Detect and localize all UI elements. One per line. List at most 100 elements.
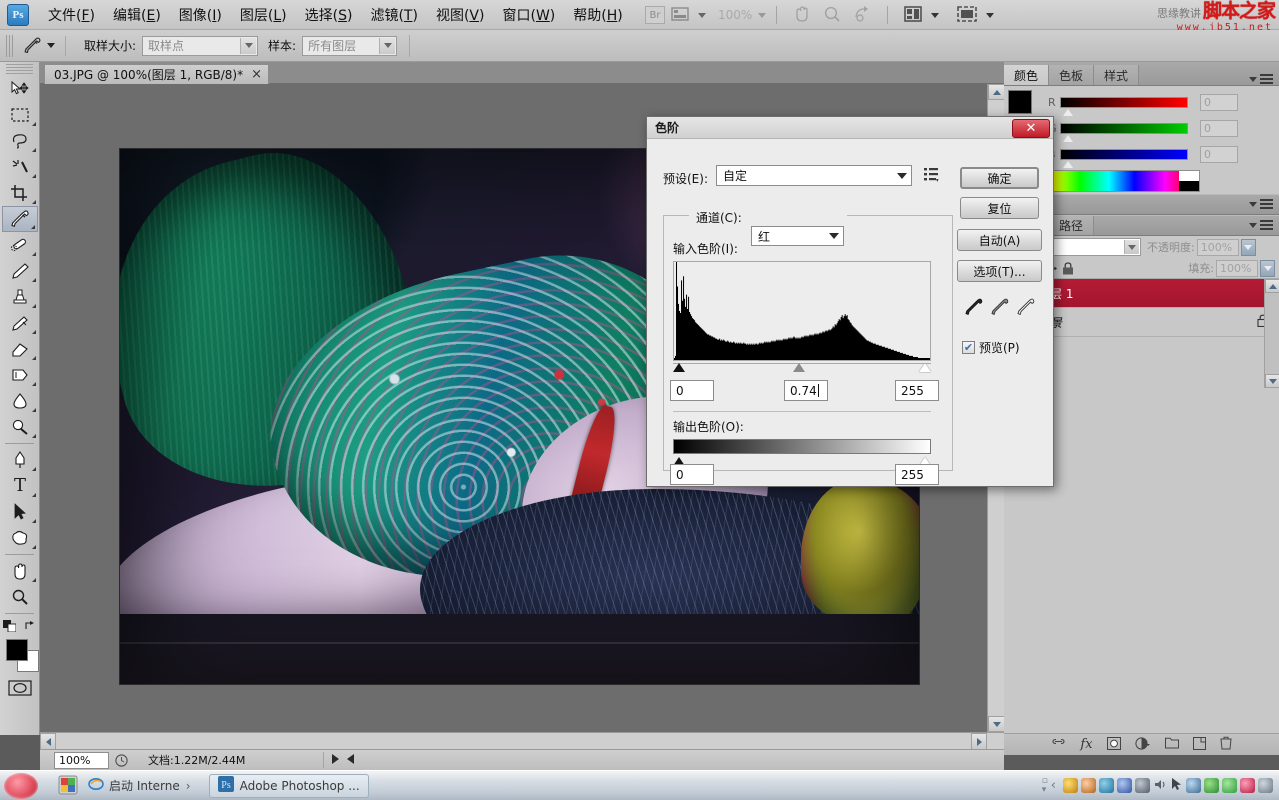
tray-icon-6[interactable] <box>1186 778 1201 793</box>
chevron-down-icon[interactable] <box>829 233 839 239</box>
color-value-r[interactable]: 0 <box>1200 94 1238 111</box>
eyedropper-icon[interactable] <box>19 35 45 57</box>
screen-mode-chevron-icon[interactable] <box>698 13 706 18</box>
auto-button[interactable]: 自动(A) <box>957 229 1042 251</box>
link-layers-icon[interactable] <box>1051 738 1066 752</box>
layers-scroll-down-button[interactable] <box>1265 374 1279 388</box>
color-value-b[interactable]: 0 <box>1200 146 1238 163</box>
crop-tool[interactable] <box>2 180 38 206</box>
layers-scrollbar[interactable] <box>1264 279 1279 388</box>
chevron-down-icon[interactable] <box>897 173 907 179</box>
quick-mask-icon[interactable] <box>2 677 38 699</box>
levels-dialog[interactable]: 色阶 ✕ 预设(E): 自定 通道(C): 红 输入色阶(I): <box>646 116 1054 487</box>
tray-icon-1[interactable] <box>1063 778 1078 793</box>
tool-preset-chevron-icon[interactable] <box>47 43 55 48</box>
output-levels-ramp[interactable] <box>673 439 931 454</box>
output-shadow-field[interactable]: 0 <box>670 464 714 485</box>
menu-edit[interactable]: 编辑(E) <box>104 1 170 29</box>
sample-select[interactable]: 所有图层 <box>302 36 397 56</box>
tray-icon-2[interactable] <box>1081 778 1096 793</box>
tray-icon-8[interactable] <box>1222 778 1237 793</box>
sample-size-select[interactable]: 取样点 <box>142 36 258 56</box>
tools-panel-grip[interactable] <box>6 64 33 74</box>
tray-icon-3[interactable] <box>1099 778 1114 793</box>
tab-color[interactable]: 颜色 <box>1004 65 1049 85</box>
close-icon[interactable]: × <box>251 67 262 82</box>
menu-layer[interactable]: 图层(L) <box>231 1 296 29</box>
preview-checkbox[interactable]: ✔ <box>962 341 975 354</box>
tray-icon-4[interactable] <box>1117 778 1132 793</box>
canvas-horizontal-scrollbar[interactable] <box>40 732 1004 749</box>
rotate-view-icon[interactable] <box>853 5 871 26</box>
color-slider-b-thumb[interactable] <box>1063 161 1073 168</box>
input-highlight-thumb[interactable] <box>919 363 931 372</box>
tray-chevron-left-icon[interactable]: ‹ <box>1051 778 1056 793</box>
tray-icon-7[interactable] <box>1204 778 1219 793</box>
blur-tool[interactable] <box>2 388 38 414</box>
history-brush-tool[interactable] <box>2 310 38 336</box>
document-tab[interactable]: 03.JPG @ 100%(图层 1, RGB/8)* × <box>44 64 269 84</box>
options-button[interactable]: 选项(T)... <box>957 260 1042 282</box>
adjustment-layer-icon[interactable] <box>1135 737 1151 753</box>
opacity-input[interactable]: 100% <box>1197 239 1239 256</box>
preset-select[interactable]: 自定 <box>716 165 912 186</box>
lock-all-icon[interactable] <box>1059 260 1076 276</box>
input-highlight-field[interactable]: 255 <box>895 380 939 401</box>
output-highlight-field[interactable]: 255 <box>895 464 939 485</box>
preset-options-icon[interactable] <box>924 167 940 186</box>
reset-button[interactable]: 复位 <box>960 197 1039 219</box>
color-slider-r[interactable] <box>1060 97 1188 108</box>
swap-colors-icon[interactable] <box>24 620 37 632</box>
shape-tool[interactable] <box>2 525 38 551</box>
tray-icon-10[interactable] <box>1258 778 1273 793</box>
view-mode-icon[interactable] <box>957 6 977 25</box>
new-layer-icon[interactable] <box>1193 737 1206 753</box>
tray-icon-5[interactable] <box>1135 778 1150 793</box>
levels-dialog-titlebar[interactable]: 色阶 ✕ <box>647 117 1053 139</box>
brush-tool[interactable] <box>2 258 38 284</box>
path-selection-tool[interactable] <box>2 499 38 525</box>
healing-brush-tool[interactable] <box>2 232 38 258</box>
menu-window[interactable]: 窗口(W) <box>493 1 564 29</box>
chevron-right-icon[interactable]: › <box>186 779 191 793</box>
scroll-down-button[interactable] <box>988 716 1005 732</box>
cursor-icon[interactable] <box>1170 777 1183 794</box>
tray-icon-9[interactable] <box>1240 778 1255 793</box>
set-gray-point-eyedropper[interactable] <box>989 297 1011 319</box>
sample-chevron-icon[interactable] <box>379 38 395 54</box>
clone-stamp-tool[interactable] <box>2 284 38 310</box>
blend-mode-chevron-icon[interactable] <box>1124 240 1139 254</box>
start-orb[interactable] <box>4 773 38 799</box>
status-collapse-icon[interactable] <box>347 754 354 767</box>
input-gamma-thumb[interactable] <box>793 363 805 372</box>
zoom-icon[interactable] <box>823 5 841 26</box>
add-layer-mask-icon[interactable] <box>1107 737 1121 753</box>
menu-view[interactable]: 视图(V) <box>427 1 494 29</box>
show-desktop-icon[interactable] <box>58 775 80 797</box>
menu-help[interactable]: 帮助(H) <box>564 1 631 29</box>
color-value-g[interactable]: 0 <box>1200 120 1238 137</box>
magic-wand-tool[interactable] <box>2 154 38 180</box>
eraser-tool[interactable] <box>2 336 38 362</box>
menu-filter[interactable]: 滤镜(T) <box>361 1 427 29</box>
move-tool[interactable] <box>2 76 38 102</box>
color-slider-r-thumb[interactable] <box>1063 109 1073 116</box>
tab-swatches[interactable]: 色板 <box>1049 65 1094 85</box>
new-group-icon[interactable] <box>1165 737 1179 752</box>
color-slider-g[interactable] <box>1060 123 1188 134</box>
default-colors-icon[interactable] <box>3 620 16 632</box>
channels-panel-menu-icon[interactable] <box>1249 220 1273 231</box>
options-bar-grip[interactable] <box>6 35 15 57</box>
eyedropper-tool[interactable] <box>2 206 38 232</box>
close-icon[interactable]: ✕ <box>1012 119 1050 138</box>
input-gamma-field[interactable]: 0.74 <box>784 380 828 401</box>
scroll-right-button[interactable] <box>971 733 987 750</box>
foreground-color-swatch[interactable] <box>6 639 28 661</box>
hand-icon[interactable] <box>793 5 811 26</box>
input-levels-slider[interactable] <box>673 362 931 373</box>
preview-checkbox-row[interactable]: ✔ 预览(P) <box>962 339 1020 356</box>
hand-tool[interactable] <box>2 558 38 584</box>
menu-image[interactable]: 图像(I) <box>170 1 231 29</box>
color-panel-menu-icon[interactable] <box>1249 74 1273 85</box>
tab-styles[interactable]: 样式 <box>1094 65 1139 85</box>
